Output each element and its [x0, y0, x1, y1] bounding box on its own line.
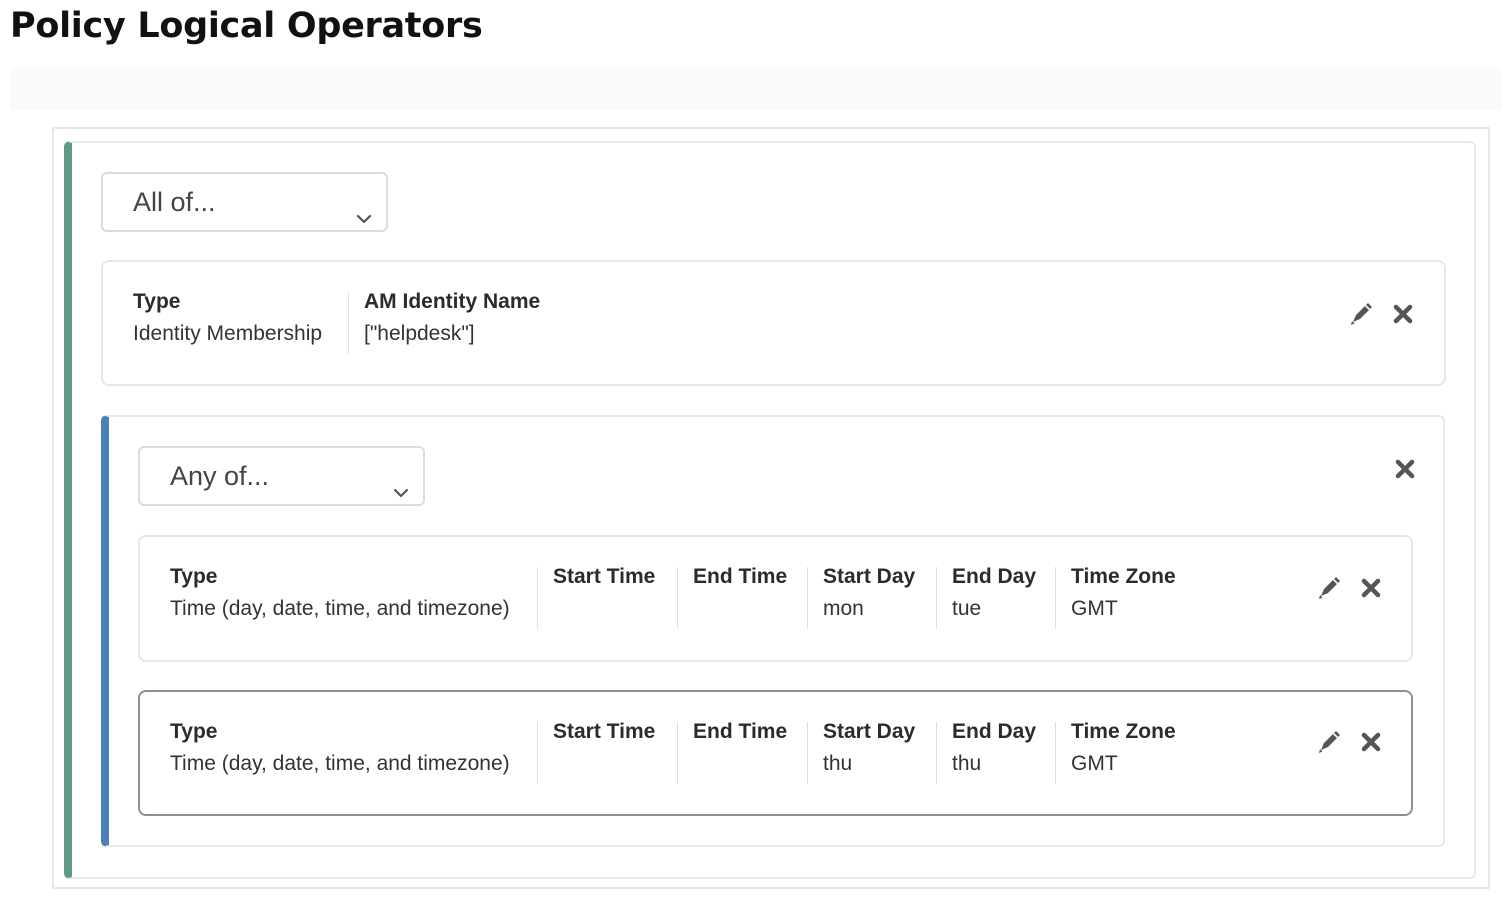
field-value: thu — [952, 752, 982, 775]
pencil-icon[interactable] — [1347, 300, 1375, 328]
all-of-operator-select[interactable]: All of... — [101, 172, 388, 232]
field-value: tue — [952, 597, 982, 620]
field-label: Start Time — [553, 565, 656, 588]
close-icon[interactable] — [1357, 728, 1385, 756]
close-icon[interactable] — [1389, 300, 1417, 328]
field-value: ["helpdesk"] — [364, 322, 475, 345]
type-label: Type — [133, 290, 181, 313]
time-condition: Type Time (day, date, time, and timezone… — [138, 690, 1413, 816]
any-of-operator-select[interactable]: Any of... — [138, 446, 425, 506]
type-value: Identity Membership — [133, 322, 323, 345]
page-title: Policy Logical Operators — [10, 6, 483, 46]
field-label: Time Zone — [1071, 565, 1176, 588]
chevron-down-icon — [391, 466, 411, 498]
field-label: Start Day — [823, 565, 916, 588]
type-label: Type — [170, 565, 218, 588]
pencil-icon[interactable] — [1315, 728, 1343, 756]
field-label: End Day — [952, 720, 1037, 743]
field-label: AM Identity Name — [364, 290, 541, 313]
field-label: End Time — [693, 720, 788, 743]
field-label: Start Day — [823, 720, 916, 743]
type-value: Time (day, date, time, and timezone) — [170, 597, 510, 620]
type-label: Type — [170, 720, 218, 743]
chevron-down-icon — [354, 192, 374, 224]
pencil-icon[interactable] — [1315, 574, 1343, 602]
operator-select-value: All of... — [133, 187, 216, 217]
field-value: thu — [823, 752, 853, 775]
close-icon[interactable] — [1391, 455, 1419, 483]
field-label: Start Time — [553, 720, 656, 743]
time-condition: Type Time (day, date, time, and timezone… — [138, 535, 1413, 662]
operator-select-value: Any of... — [170, 461, 270, 491]
field-value: mon — [823, 597, 864, 620]
field-value: GMT — [1071, 597, 1118, 620]
field-label: End Time — [693, 565, 788, 588]
close-icon[interactable] — [1357, 574, 1385, 602]
type-value: Time (day, date, time, and timezone) — [170, 752, 510, 775]
field-label: Time Zone — [1071, 720, 1176, 743]
identity-membership-condition: Type Identity Membership AM Identity Nam… — [101, 260, 1446, 386]
toolbar-band — [10, 68, 1502, 110]
field-label: End Day — [952, 565, 1037, 588]
field-value: GMT — [1071, 752, 1118, 775]
